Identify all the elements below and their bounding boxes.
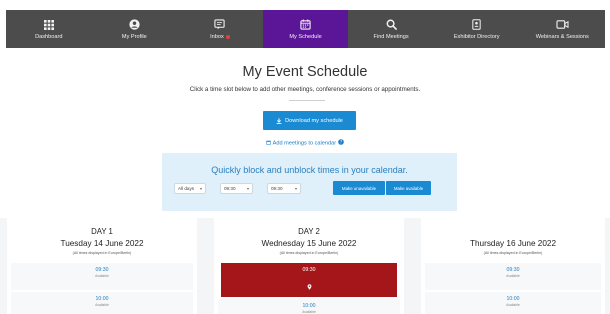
time-slot[interactable]: 10:00 Available — [11, 292, 193, 314]
add-to-calendar-label: Add meetings to calendar — [272, 140, 337, 147]
nav-item-dashboard[interactable]: Dashboard — [6, 10, 92, 48]
day-date: Thursday 16 June 2022 — [469, 239, 557, 248]
unread-badge — [225, 34, 230, 39]
day-date: Wednesday 15 June 2022 — [261, 239, 357, 248]
location-pin-icon — [221, 277, 397, 295]
schedule-days: DAY 1 Tuesday 14 June 2022 (All times di… — [0, 218, 610, 314]
slot-time: 09:30 — [506, 267, 520, 273]
nav-label-exhibitor-directory: Exhibitor Directory — [453, 34, 500, 40]
day-date: Tuesday 14 June 2022 — [60, 239, 144, 248]
day-title: DAY 1 — [91, 227, 113, 236]
chevron-down-icon: ▾ — [246, 186, 249, 191]
page-title: My Event Schedule — [242, 64, 368, 80]
day-select[interactable]: All days ▾ — [174, 183, 206, 194]
to-time-select[interactable]: 09:30 ▾ — [267, 183, 301, 194]
directory-icon — [471, 18, 482, 31]
slot-status: Available — [95, 274, 109, 278]
calendar-icon — [300, 18, 311, 31]
video-icon — [556, 18, 569, 31]
nav-label-dashboard: Dashboard — [35, 34, 63, 40]
nav-label-webinars-sessions: Webinars & Sessions — [535, 34, 589, 40]
header-divider — [289, 100, 325, 101]
inbox-icon — [214, 18, 226, 31]
user-icon — [129, 18, 140, 31]
time-slot[interactable]: 09:30 Available — [11, 263, 193, 290]
quick-block-title: Quickly block and unblock times in your … — [211, 165, 408, 175]
calendar-small-icon — [266, 140, 272, 147]
slot-time: 10:00 — [302, 303, 316, 309]
nav-label-my-schedule: My Schedule — [289, 34, 322, 40]
nav-label-inbox-text: Inbox — [210, 34, 224, 40]
help-icon[interactable]: ? — [337, 139, 344, 147]
download-schedule-label: Download my schedule — [285, 117, 343, 124]
nav-item-my-schedule[interactable]: My Schedule — [262, 10, 349, 48]
nav-label-inbox: Inbox — [210, 34, 230, 40]
day-title: DAY 2 — [298, 227, 320, 236]
slot-time: 10:00 — [95, 296, 109, 302]
search-icon — [386, 18, 397, 31]
download-schedule-button[interactable]: Download my schedule — [263, 111, 356, 130]
nav-item-webinars-sessions[interactable]: Webinars & Sessions — [519, 10, 605, 48]
slot-status: Available — [506, 303, 520, 307]
time-slot[interactable]: 10:00 Available — [218, 299, 400, 314]
time-slot-booked[interactable]: 09:30 — [221, 263, 397, 297]
slot-time: 09:30 — [302, 267, 316, 273]
day-column-3: Thursday 16 June 2022 (All times display… — [421, 218, 605, 314]
grid-icon — [43, 18, 54, 31]
timezone-note: (All times displayed in Europe/Berlin) — [279, 251, 339, 255]
time-slot[interactable]: 09:30 Available — [425, 263, 601, 290]
add-to-calendar-link[interactable]: Add meetings to calendar ? — [0, 139, 610, 147]
from-time-value: 09:30 — [224, 186, 236, 191]
to-time-value: 09:30 — [271, 186, 283, 191]
slot-status: Available — [95, 303, 109, 307]
nav-label-my-profile: My Profile — [121, 34, 147, 40]
slot-status: Available — [506, 274, 520, 278]
quick-block-panel: Quickly block and unblock times in your … — [162, 153, 457, 211]
page-subtitle: Click a time slot below to add other mee… — [189, 86, 421, 93]
make-unavailable-button[interactable]: Make unavailable — [333, 181, 385, 195]
day-column-2: DAY 2 Wednesday 15 June 2022 (All times … — [214, 218, 404, 314]
slot-status: Available — [302, 310, 316, 314]
nav-item-my-profile[interactable]: My Profile — [92, 10, 178, 48]
nav-label-find-meetings: Find Meetings — [373, 34, 409, 40]
slot-time: 10:00 — [506, 296, 520, 302]
nav-item-find-meetings[interactable]: Find Meetings — [348, 10, 434, 48]
time-slot[interactable]: 10:00 Available — [425, 292, 601, 314]
download-icon — [276, 117, 282, 124]
day-column-1: DAY 1 Tuesday 14 June 2022 (All times di… — [7, 218, 197, 314]
top-navigation-bar: Dashboard My Profile Inbox My Schedule F… — [6, 10, 605, 48]
make-available-button[interactable]: Make available — [386, 181, 431, 195]
timezone-note: (All times displayed in Europe/Berlin) — [72, 251, 132, 255]
chevron-down-icon: ▾ — [199, 186, 202, 191]
nav-item-inbox[interactable]: Inbox — [177, 10, 263, 48]
chevron-down-icon: ▾ — [294, 186, 297, 191]
day-select-value: All days — [178, 186, 195, 191]
slot-time: 09:30 — [95, 267, 109, 273]
timezone-note: (All times displayed in Europe/Berlin) — [483, 251, 543, 255]
nav-item-exhibitor-directory[interactable]: Exhibitor Directory — [434, 10, 520, 48]
from-time-select[interactable]: 09:30 ▾ — [220, 183, 253, 194]
